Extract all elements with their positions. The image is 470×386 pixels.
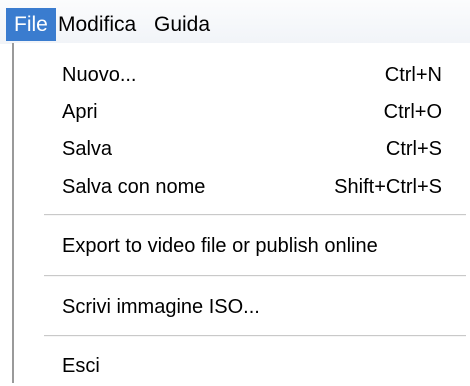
menubar-modifica[interactable]: Modifica [50, 8, 144, 41]
menu-separator [44, 335, 466, 337]
menu-item-salva-con-nome[interactable]: Salva con nome Shift+Ctrl+S [14, 167, 454, 207]
menu-item-nuovo[interactable]: Nuovo... Ctrl+N [14, 55, 454, 95]
menu-item-esci[interactable]: Esci [14, 346, 454, 386]
menu-item-shortcut: Ctrl+N [384, 64, 442, 86]
menu-item-label: Salva [62, 138, 113, 160]
menu-item-shortcut: Ctrl+O [383, 101, 442, 123]
menu-separator [44, 214, 466, 216]
file-dropdown-menu: Nuovo... Ctrl+N Apri Ctrl+O Salva Ctrl+S… [12, 43, 470, 383]
menu-item-label: Nuovo... [62, 64, 137, 86]
menu-item-scrivi-iso[interactable]: Scrivi immagine ISO... [14, 287, 454, 327]
menu-item-label: Scrivi immagine ISO... [62, 296, 260, 318]
menubar-file[interactable]: File [6, 8, 56, 41]
menu-item-label: Salva con nome [62, 176, 206, 198]
menu-item-apri[interactable]: Apri Ctrl+O [14, 92, 454, 132]
menu-item-label: Apri [62, 101, 98, 123]
menu-item-label: Export to video file or publish online [62, 235, 378, 257]
menubar-guida[interactable]: Guida [146, 8, 218, 41]
menu-item-shortcut: Shift+Ctrl+S [334, 176, 442, 198]
menu-separator [44, 275, 466, 277]
menu-item-salva[interactable]: Salva Ctrl+S [14, 129, 454, 169]
menu-item-label: Esci [62, 355, 100, 377]
menu-item-export-video[interactable]: Export to video file or publish online [14, 226, 454, 266]
menubar: File Modifica Guida [0, 0, 470, 44]
menu-item-shortcut: Ctrl+S [385, 138, 442, 160]
